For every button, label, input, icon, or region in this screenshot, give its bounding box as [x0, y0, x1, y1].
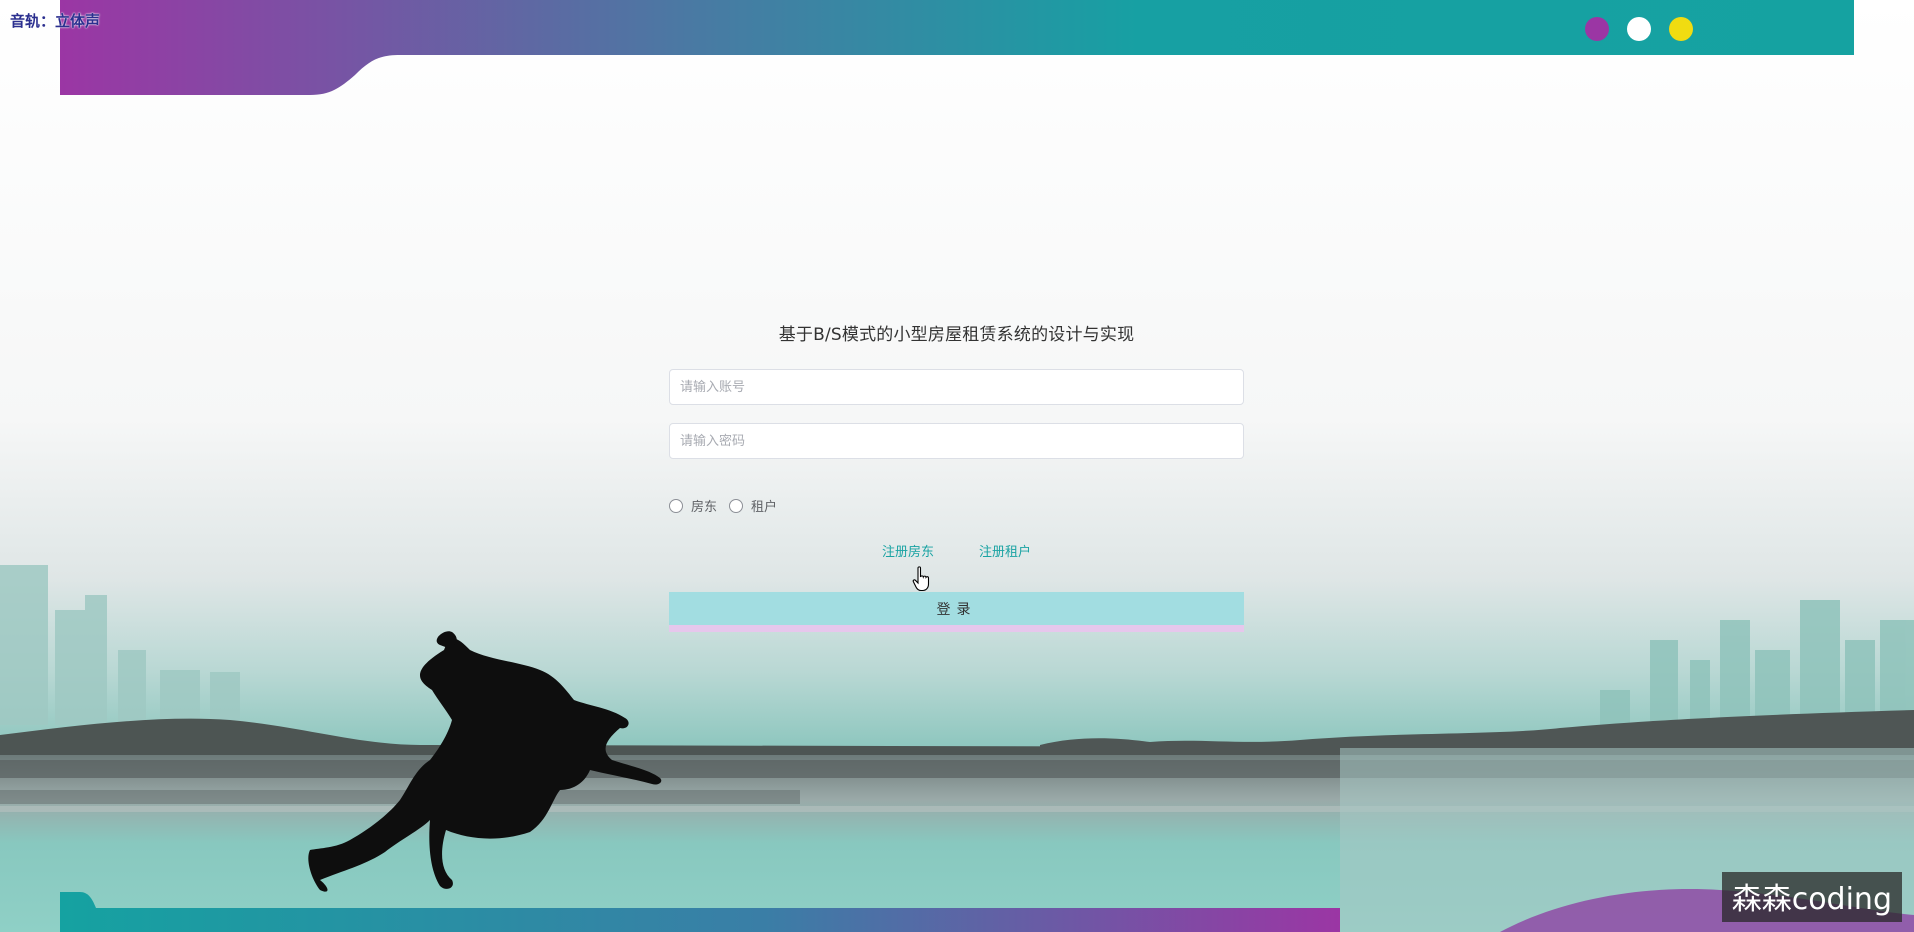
role-label-tenant: 租户 [751, 500, 778, 515]
username-input[interactable] [669, 369, 1244, 405]
role-selector: 房东 租户 [669, 496, 1244, 515]
white-dot [1627, 17, 1651, 41]
role-label-landlord: 房东 [691, 500, 718, 515]
watermark: 森森coding [1721, 872, 1902, 922]
register-tenant-link[interactable]: 注册租户 [979, 541, 1031, 560]
hand-cursor-icon [912, 566, 930, 592]
login-button[interactable]: 登录 [669, 592, 1244, 632]
system-title: 基于B/S模式的小型房屋租赁系统的设计与实现 [778, 325, 1135, 345]
login-form: 基于B/S模式的小型房屋租赁系统的设计与实现 房东 租户 注册房东 注册租户 登… [669, 320, 1244, 632]
purple-dot [1585, 17, 1609, 41]
role-radio-tenant[interactable]: 租户 [729, 496, 777, 515]
password-input[interactable] [669, 423, 1244, 459]
register-landlord-link[interactable]: 注册房东 [882, 541, 934, 560]
yellow-dot [1669, 17, 1693, 41]
role-radio-landlord[interactable]: 房东 [669, 496, 717, 515]
radio-circle-icon [669, 498, 683, 513]
audio-track-overlay: 音轨：立体声 [10, 12, 101, 30]
radio-circle-icon [729, 498, 744, 513]
header-dots [1585, 17, 1693, 41]
register-links: 注册房东 注册租户 [669, 541, 1244, 560]
